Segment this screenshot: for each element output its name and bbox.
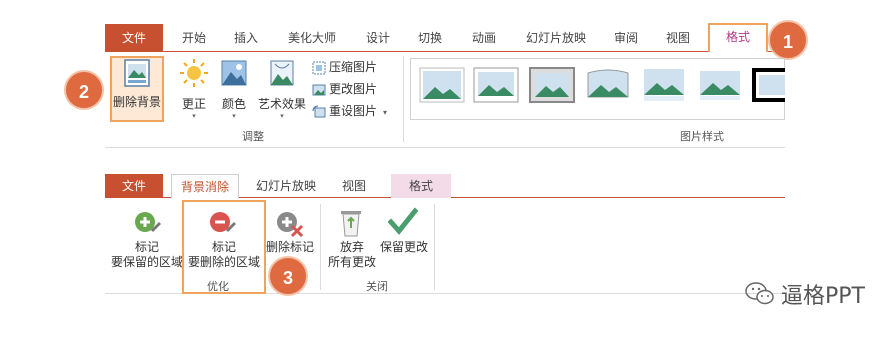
- change-picture-label: 更改图片: [329, 82, 378, 96]
- close-group-label: 关闭: [366, 280, 388, 293]
- sun-icon: [179, 58, 209, 91]
- watermark-text: 逼格PPT: [781, 284, 865, 309]
- artistic-effects-label: 艺术效果: [257, 97, 306, 111]
- corrections-label: 更正: [181, 97, 206, 111]
- tab-home[interactable]: 开始: [177, 24, 211, 52]
- top-ribbon-tabs: 文件 开始 插入 美化大师 设计 切换 动画 幻灯片放映 审阅 视图 格式: [105, 23, 785, 52]
- mark-remove-label-2: 要删除的区域: [187, 255, 260, 269]
- keep-changes-button[interactable]: 保留更改: [378, 240, 430, 255]
- tab-file[interactable]: 文件: [105, 24, 163, 52]
- compress-label: 压缩图片: [329, 60, 378, 74]
- compress-icon: [312, 61, 326, 75]
- mark-keep-label-2: 要保留的区域: [110, 255, 183, 269]
- color-label: 颜色: [221, 97, 246, 111]
- discard-label-2: 所有更改: [327, 255, 376, 269]
- mark-remove-icon: [207, 208, 237, 238]
- tab-animations[interactable]: 动画: [467, 24, 501, 52]
- checkmark-icon: [387, 206, 419, 236]
- mark-keep-label-1: 标记: [134, 240, 159, 254]
- picture-style-thumb[interactable]: [585, 67, 631, 103]
- tab-background-removal[interactable]: 背景消除: [171, 174, 239, 199]
- mark-remove-button[interactable]: 标记 要删除的区域: [184, 240, 264, 270]
- picture-style-thumb[interactable]: [641, 67, 687, 103]
- tab-format[interactable]: 格式: [391, 174, 451, 198]
- keep-changes-label: 保留更改: [379, 240, 428, 254]
- artistic-effects-button[interactable]: 艺术效果 ▾: [256, 58, 308, 120]
- group-divider: [320, 204, 321, 290]
- delete-mark-icon: [274, 208, 304, 238]
- change-picture-button[interactable]: 更改图片: [312, 80, 377, 98]
- callout-2: 2: [64, 70, 104, 110]
- chevron-down-icon: ▾: [383, 108, 388, 117]
- picture-style-thumb[interactable]: [419, 67, 465, 103]
- tab-review[interactable]: 审阅: [609, 24, 643, 52]
- reset-picture-button[interactable]: 重设图片 ▾: [312, 102, 387, 120]
- remove-background-icon: [122, 58, 152, 91]
- bottom-ribbon-tabs: 文件 背景消除 幻灯片放映 视图 格式: [105, 174, 785, 199]
- picture-style-thumb[interactable]: [473, 67, 519, 103]
- delete-mark-label: 删除标记: [266, 240, 315, 254]
- tab-transitions[interactable]: 切换: [413, 24, 447, 52]
- picture-style-thumb[interactable]: [697, 67, 743, 103]
- chevron-down-icon: ▾: [280, 112, 284, 120]
- discard-changes-button[interactable]: 放弃 所有更改: [326, 240, 378, 270]
- mark-keep-icon: [132, 208, 162, 238]
- wechat-icon: [745, 281, 775, 313]
- picture-color-icon: [219, 58, 249, 91]
- discard-label-1: 放弃: [339, 240, 364, 254]
- artistic-effects-icon: [267, 58, 297, 91]
- chevron-down-icon: ▾: [232, 112, 236, 120]
- tab-slideshow[interactable]: 幻灯片放映: [521, 24, 591, 52]
- tab-design[interactable]: 设计: [361, 24, 395, 52]
- delete-mark-button[interactable]: 删除标记: [266, 240, 314, 255]
- recycle-bin-icon: [337, 206, 365, 238]
- reset-picture-label: 重设图片: [329, 104, 378, 118]
- mark-keep-button[interactable]: 标记 要保留的区域: [110, 240, 184, 270]
- refine-group-label: 优化: [207, 280, 229, 293]
- tab-file[interactable]: 文件: [105, 174, 163, 198]
- adjust-group-label: 调整: [242, 130, 264, 143]
- picture-style-thumb[interactable]: [529, 67, 575, 103]
- callout-3: 3: [268, 256, 308, 296]
- picture-styles-group-label: 图片样式: [680, 130, 724, 143]
- remove-background-button[interactable]: 删除背景: [110, 58, 164, 110]
- mark-remove-label-1: 标记: [211, 240, 236, 254]
- tab-view[interactable]: 视图: [337, 174, 371, 198]
- picture-styles-gallery: [410, 58, 785, 120]
- group-divider: [434, 204, 435, 290]
- picture-style-thumb[interactable]: [751, 67, 785, 103]
- tab-slideshow[interactable]: 幻灯片放映: [251, 174, 321, 198]
- compress-pictures-button[interactable]: 压缩图片: [312, 58, 377, 76]
- tab-view[interactable]: 视图: [661, 24, 695, 52]
- chevron-down-icon: ▾: [192, 112, 196, 120]
- tab-insert[interactable]: 插入: [229, 24, 263, 52]
- tab-format[interactable]: 格式: [708, 23, 768, 52]
- reset-picture-icon: [312, 105, 326, 119]
- group-divider: [403, 56, 404, 142]
- corrections-button[interactable]: 更正 ▾: [176, 58, 212, 120]
- change-picture-icon: [312, 83, 326, 97]
- tab-beautify-master[interactable]: 美化大师: [283, 24, 341, 52]
- color-button[interactable]: 颜色 ▾: [216, 58, 252, 120]
- watermark: 逼格PPT: [745, 278, 865, 313]
- remove-background-label: 删除背景: [112, 95, 161, 109]
